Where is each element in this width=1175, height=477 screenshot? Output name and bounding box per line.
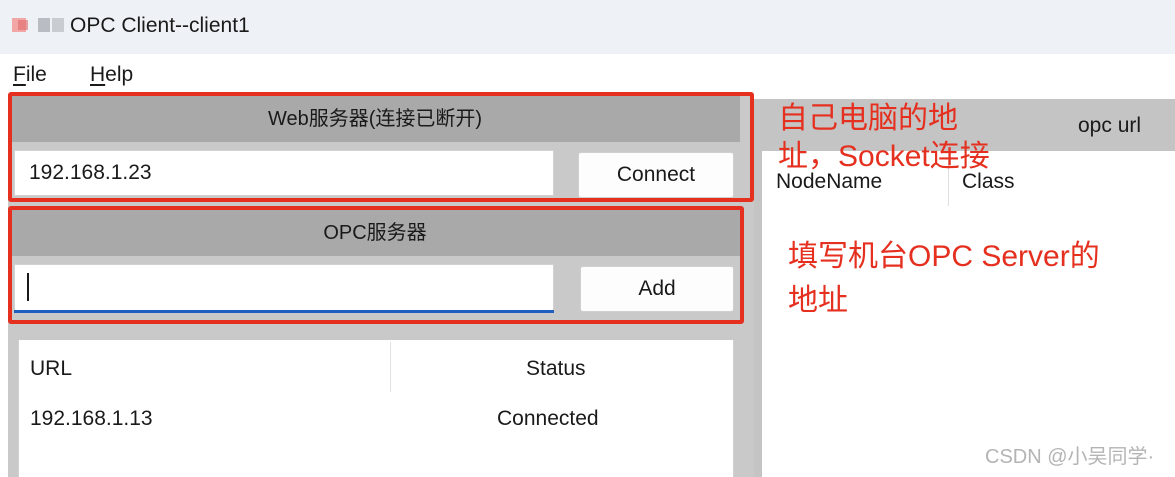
annotation-opc-line2: 地址 — [788, 284, 848, 317]
column-separator — [390, 342, 391, 392]
menu-bar — [0, 54, 1175, 94]
menu-file[interactable]: File — [13, 62, 47, 88]
app-icon-part — [38, 18, 50, 32]
menu-help[interactable]: Help — [90, 62, 133, 88]
column-header-url[interactable]: URL — [30, 356, 72, 382]
opc-url-label: opc url — [1078, 114, 1142, 137]
menu-help-label: elp — [105, 63, 134, 86]
right-panel-edge — [754, 151, 762, 477]
app-icon-accent — [18, 20, 28, 30]
app-icon-part — [52, 18, 64, 32]
annotation-web-line2: 址，Socket连接 — [778, 140, 990, 173]
window-title: OPC Client--client1 — [70, 14, 250, 37]
menu-help-accelerator: H — [90, 63, 106, 86]
table-cell-status[interactable]: Connected — [497, 406, 599, 432]
annotation-box-opc-server — [8, 206, 744, 324]
annotation-web-line1: 自己电脑的地 — [778, 102, 958, 135]
table-cell-url[interactable]: 192.168.1.13 — [30, 406, 153, 432]
annotation-box-web-server — [8, 92, 754, 202]
menu-file-accelerator: F — [13, 63, 26, 86]
watermark: CSDN @小吴同学· — [985, 446, 1155, 468]
column-header-status[interactable]: Status — [526, 356, 586, 382]
annotation-opc-line1: 填写机台OPC Server的 — [788, 240, 1100, 273]
menu-file-label: ile — [25, 63, 47, 86]
